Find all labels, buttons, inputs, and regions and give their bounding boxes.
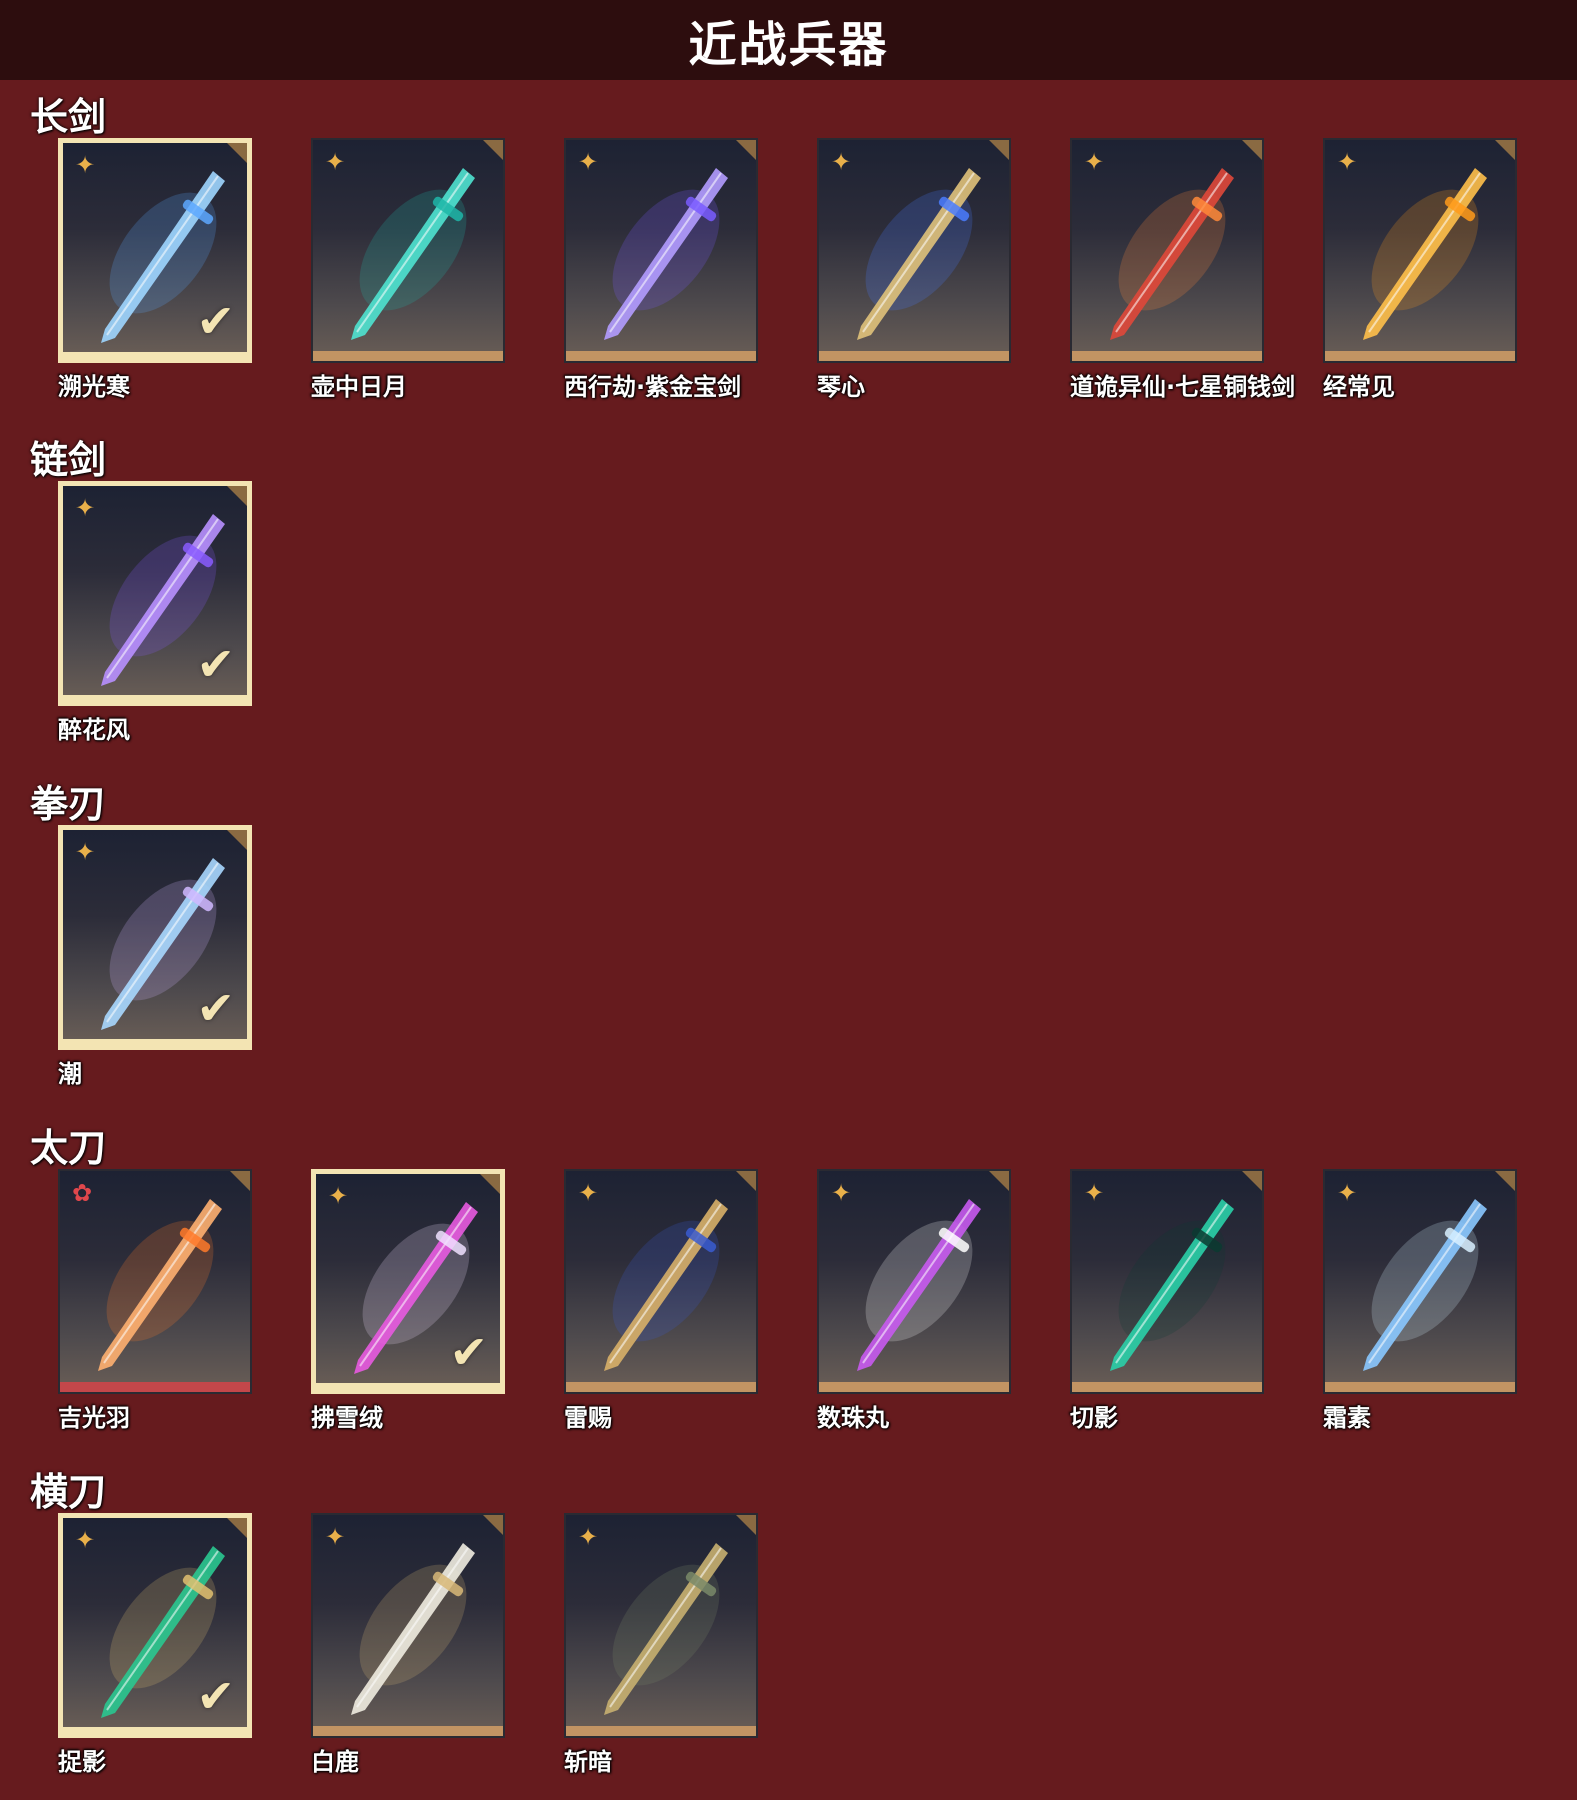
weapon-item[interactable]: ✦ 壶中日月 [311, 138, 505, 402]
weapon-card[interactable]: ✦ ✔ [58, 825, 252, 1050]
gold-star-rarity-icon: ✦ [1336, 148, 1358, 176]
gold-star-rarity-icon: ✦ [577, 1523, 599, 1551]
weapon-card[interactable]: ✦ [1323, 138, 1517, 363]
gold-star-rarity-icon: ✦ [830, 1179, 852, 1207]
weapon-item[interactable]: ✦ 琴心 [817, 138, 1011, 402]
weapon-name: 经常见 [1323, 373, 1395, 401]
weapon-item[interactable]: ✿ 吉光羽 [58, 1169, 252, 1433]
weapon-card[interactable]: ✦ ✔ [58, 138, 252, 363]
red-star-rarity-icon: ✿ [71, 1179, 93, 1207]
weapon-item[interactable]: ✦ 斩暗 [564, 1513, 758, 1777]
weapon-item[interactable]: ✦ 切影 [1070, 1169, 1264, 1433]
checkmark-icon: ✔ [196, 1669, 235, 1723]
weapon-item[interactable]: ✦ 白鹿 [311, 1513, 505, 1777]
checkmark-icon: ✔ [196, 294, 235, 348]
weapon-name: 潮 [58, 1060, 82, 1088]
weapon-card[interactable]: ✦ [564, 1513, 758, 1738]
gold-star-rarity-icon: ✦ [1336, 1179, 1358, 1207]
weapon-name: 霜素 [1323, 1404, 1371, 1432]
gold-star-rarity-icon: ✦ [74, 1526, 96, 1554]
weapon-card[interactable]: ✦ [311, 1513, 505, 1738]
weapon-name: 吉光羽 [58, 1404, 130, 1432]
weapon-section: 拳刃 ✦ ✔ 潮 [0, 767, 1577, 1107]
weapon-name: 拂雪绒 [311, 1404, 383, 1432]
weapon-item[interactable]: ✦ ✔ 拂雪绒 [311, 1169, 505, 1433]
weapon-card[interactable]: ✿ [58, 1169, 252, 1394]
gold-star-rarity-icon: ✦ [324, 148, 346, 176]
checkmark-icon: ✔ [449, 1325, 488, 1379]
weapon-name: 雷赐 [564, 1404, 612, 1432]
weapon-item[interactable]: ✦ ✔ 醉花风 [58, 481, 252, 745]
gold-star-rarity-icon: ✦ [577, 148, 599, 176]
weapon-card[interactable]: ✦ [311, 138, 505, 363]
gold-star-rarity-icon: ✦ [1083, 148, 1105, 176]
weapon-item[interactable]: ✦ 西行劫·紫金宝剑 [564, 138, 758, 402]
weapon-section: 链剑 ✦ ✔ 醉花风 [0, 423, 1577, 763]
weapon-section: 长剑 ✦ ✔ 溯光寒 ✦ 壶中日月 ✦ 西行劫·紫金宝剑 ✦ 琴心 ✦ 道诡异仙·七星铜钱剑 ✦ 经常见 [0, 80, 1577, 420]
section-title: 长剑 [30, 95, 107, 139]
weapon-name: 道诡异仙·七星铜钱剑 [1070, 373, 1296, 401]
weapon-name: 捉影 [58, 1748, 106, 1776]
weapon-section: 横刀 ✦ ✔ 捉影 ✦ 白鹿 ✦ 斩暗 [0, 1455, 1577, 1795]
weapon-name: 溯光寒 [58, 373, 130, 401]
weapon-name: 醉花风 [58, 716, 130, 744]
section-title: 拳刃 [30, 782, 107, 826]
weapon-name: 白鹿 [311, 1748, 359, 1776]
weapon-item[interactable]: ✦ 霜素 [1323, 1169, 1517, 1433]
gold-star-rarity-icon: ✦ [1083, 1179, 1105, 1207]
page-title: 近战兵器 [688, 17, 889, 73]
weapon-name: 西行劫·紫金宝剑 [564, 373, 742, 401]
weapon-name: 斩暗 [564, 1748, 612, 1776]
weapon-name: 琴心 [817, 373, 865, 401]
weapon-item[interactable]: ✦ 道诡异仙·七星铜钱剑 [1070, 138, 1296, 402]
weapon-card[interactable]: ✦ [817, 1169, 1011, 1394]
weapon-section: 太刀 ✿ 吉光羽 ✦ ✔ 拂雪绒 ✦ 雷赐 ✦ 数珠丸 ✦ 切影 ✦ 霜素 [0, 1111, 1577, 1451]
gold-star-rarity-icon: ✦ [74, 494, 96, 522]
gold-star-rarity-icon: ✦ [74, 838, 96, 866]
page-header: 近战兵器 [0, 0, 1577, 80]
gold-star-rarity-icon: ✦ [830, 148, 852, 176]
weapon-card[interactable]: ✦ [564, 1169, 758, 1394]
weapon-card[interactable]: ✦ [1070, 138, 1264, 363]
weapon-card[interactable]: ✦ [1070, 1169, 1264, 1394]
weapon-item[interactable]: ✦ 数珠丸 [817, 1169, 1011, 1433]
weapon-name: 切影 [1070, 1404, 1118, 1432]
weapon-card[interactable]: ✦ ✔ [58, 481, 252, 706]
weapon-item[interactable]: ✦ ✔ 潮 [58, 825, 252, 1089]
weapon-name: 壶中日月 [311, 373, 407, 401]
section-title: 太刀 [30, 1126, 107, 1170]
weapon-card[interactable]: ✦ [564, 138, 758, 363]
weapon-item[interactable]: ✦ 经常见 [1323, 138, 1517, 402]
gold-star-rarity-icon: ✦ [74, 151, 96, 179]
checkmark-icon: ✔ [196, 981, 235, 1035]
weapon-card[interactable]: ✦ ✔ [58, 1513, 252, 1738]
gold-star-rarity-icon: ✦ [324, 1523, 346, 1551]
gold-star-rarity-icon: ✦ [577, 1179, 599, 1207]
weapon-card[interactable]: ✦ [817, 138, 1011, 363]
weapon-name: 数珠丸 [817, 1404, 889, 1432]
section-title: 链剑 [30, 438, 107, 482]
weapon-item[interactable]: ✦ ✔ 捉影 [58, 1513, 252, 1777]
weapon-item[interactable]: ✦ 雷赐 [564, 1169, 758, 1433]
section-title: 横刀 [30, 1470, 107, 1514]
checkmark-icon: ✔ [196, 637, 235, 691]
weapon-card[interactable]: ✦ [1323, 1169, 1517, 1394]
weapon-item[interactable]: ✦ ✔ 溯光寒 [58, 138, 252, 402]
gold-star-rarity-icon: ✦ [327, 1182, 349, 1210]
weapon-card[interactable]: ✦ ✔ [311, 1169, 505, 1394]
